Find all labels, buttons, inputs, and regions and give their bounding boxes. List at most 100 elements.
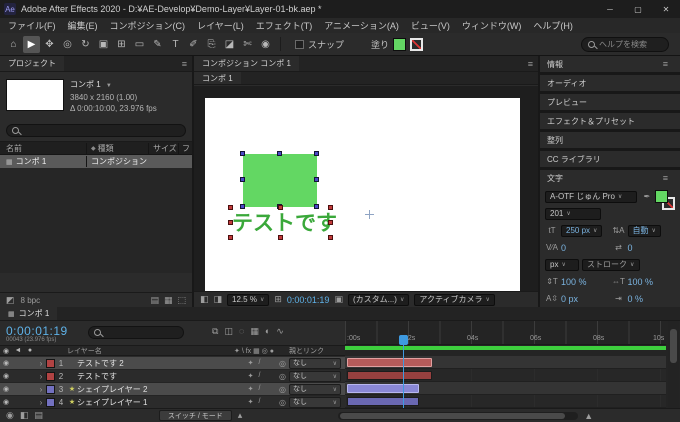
time-ruler[interactable]: :00s 02s 04s 06s 08s 10s: [345, 321, 666, 345]
column-layer-name[interactable]: レイヤー名: [67, 346, 232, 356]
expand-in-out-icon[interactable]: ▤: [34, 410, 43, 421]
tracking-value[interactable]: 0: [628, 243, 633, 253]
panel-tab-cc-libraries[interactable]: CC ライブラリ: [540, 151, 680, 167]
draft-3d-icon[interactable]: ◫: [224, 326, 233, 337]
column-name[interactable]: 名前: [0, 143, 86, 154]
text-selection-handle[interactable]: [328, 205, 333, 210]
baseline-shift-value[interactable]: 0 px: [561, 294, 578, 304]
layer-name[interactable]: シェイプレイヤー 1: [77, 397, 232, 408]
menu-file[interactable]: ファイル(F): [2, 19, 62, 32]
parent-dropdown[interactable]: なし∨: [289, 397, 341, 408]
graph-editor-icon[interactable]: ∿: [276, 326, 284, 337]
brush-tool-icon[interactable]: ✐: [185, 36, 202, 53]
text-selection-handle[interactable]: [278, 205, 283, 210]
current-timecode[interactable]: 0:00:01:19: [6, 324, 68, 338]
stroke-color-swatch[interactable]: [410, 38, 423, 51]
layer-name[interactable]: テストです 2: [77, 358, 232, 369]
menu-edit[interactable]: 編集(E): [62, 19, 104, 32]
eye-toggle-icon[interactable]: ◉: [0, 359, 12, 367]
parent-pickwhip-icon[interactable]: ◎: [276, 398, 289, 407]
quality-switch-icon[interactable]: ✦: [248, 385, 254, 393]
interpret-footage-icon[interactable]: ◩: [6, 295, 15, 306]
expander-icon[interactable]: ›: [36, 385, 46, 394]
help-search-input[interactable]: ヘルプを検索: [581, 37, 669, 52]
hand-tool-icon[interactable]: ✥: [41, 36, 58, 53]
layer-color-chip[interactable]: [46, 372, 55, 381]
quality-switch-icon[interactable]: ✦: [248, 398, 254, 406]
parent-pickwhip-icon[interactable]: ◎: [276, 359, 289, 368]
zoom-out-mountain-icon[interactable]: ▴: [238, 410, 243, 421]
expander-icon[interactable]: ›: [36, 359, 46, 368]
text-selection-handle[interactable]: [228, 205, 233, 210]
zoom-in-mountain-icon[interactable]: ▲: [584, 411, 593, 421]
maximize-button[interactable]: ▢: [624, 0, 652, 18]
fill-color-swatch[interactable]: [393, 38, 406, 51]
expand-layer-switches-icon[interactable]: ◉: [6, 410, 14, 421]
vertical-scale-value[interactable]: 100 %: [561, 277, 587, 287]
panel-tab-effects-presets[interactable]: エフェクト＆プリセット: [540, 113, 680, 129]
pan-behind-tool-icon[interactable]: ⊞: [113, 36, 130, 53]
timeline-vertical-scrollbar[interactable]: [668, 321, 679, 408]
parent-dropdown[interactable]: なし∨: [289, 358, 341, 369]
new-composition-icon[interactable]: ▦: [164, 295, 173, 306]
snap-toggle[interactable]: スナップ: [295, 38, 344, 51]
menu-composition[interactable]: コンポジション(C): [104, 19, 192, 32]
roto-brush-tool-icon[interactable]: ✄: [239, 36, 256, 53]
tab-composition-viewer[interactable]: コンポジション コンポ 1: [194, 56, 299, 71]
eyedropper-icon[interactable]: ✒: [640, 192, 654, 201]
quality-switch-icon[interactable]: ✦: [248, 372, 254, 380]
layer-color-chip[interactable]: [46, 385, 55, 394]
magnification-dropdown[interactable]: 12.5 %∨: [227, 294, 269, 306]
snap-checkbox[interactable]: [295, 40, 304, 49]
parent-pickwhip-icon[interactable]: ◎: [276, 385, 289, 394]
stroke-option-dropdown[interactable]: ストローク∨: [582, 259, 640, 271]
close-button[interactable]: ✕: [652, 0, 680, 18]
layer-row-1[interactable]: ◉ › 1 テストです 2 ✦/ ◎ なし∨: [0, 357, 345, 370]
hide-shy-icon[interactable]: ◌: [239, 326, 244, 337]
home-icon[interactable]: ⌂: [5, 36, 22, 53]
panel-tab-align[interactable]: 整列: [540, 132, 680, 148]
layer-duration-bar[interactable]: [347, 371, 432, 380]
stroke-width-dropdown[interactable]: px∨: [545, 259, 579, 271]
eye-toggle-icon[interactable]: ◉: [0, 398, 12, 406]
panel-menu-icon[interactable]: ≡: [658, 59, 673, 69]
column-type[interactable]: ◆種類: [86, 143, 148, 154]
parent-dropdown[interactable]: なし∨: [289, 384, 341, 395]
panel-menu-icon[interactable]: ≡: [523, 56, 538, 71]
layer-row-2[interactable]: ◉ › 2 テストです ✦/ ◎ なし∨: [0, 370, 345, 383]
chevron-down-icon[interactable]: ▼: [106, 83, 112, 89]
column-parent-link[interactable]: 親とリンク: [289, 346, 345, 356]
font-size-value[interactable]: 250 px∨: [561, 225, 602, 237]
layer-duration-bar[interactable]: [347, 358, 432, 367]
project-search-field[interactable]: [23, 125, 180, 136]
selection-handle[interactable]: [240, 177, 245, 182]
parent-pickwhip-icon[interactable]: ◎: [276, 372, 289, 381]
expander-icon[interactable]: ›: [36, 372, 46, 381]
active-camera-dropdown[interactable]: アクティブカメラ∨: [414, 294, 495, 306]
frame-blending-icon[interactable]: ▦: [250, 326, 259, 337]
motion-blur-icon[interactable]: ◐: [265, 326, 270, 337]
timeline-tab-comp1[interactable]: ▦ コンポ 1: [0, 307, 57, 320]
panel-menu-icon[interactable]: ≡: [658, 173, 673, 183]
trash-icon[interactable]: ⬚: [177, 295, 186, 306]
selection-handle[interactable]: [314, 151, 319, 156]
playhead-handle[interactable]: [399, 335, 408, 345]
project-item-row[interactable]: ▦コンポ 1 コンポジション: [0, 155, 192, 168]
minimize-button[interactable]: ─: [596, 0, 624, 18]
comp-name[interactable]: コンポ 1: [70, 80, 101, 89]
text-selection-handle[interactable]: [328, 235, 333, 240]
eye-toggle-icon[interactable]: ◉: [0, 385, 12, 393]
horizontal-scale-value[interactable]: 100 %: [628, 277, 654, 287]
text-selection-handle[interactable]: [228, 220, 233, 225]
timeline-search-input[interactable]: [88, 326, 184, 339]
panel-tab-preview[interactable]: プレビュー: [540, 94, 680, 110]
expand-transfer-controls-icon[interactable]: ◧: [20, 410, 29, 421]
text-layer-content[interactable]: テストです: [232, 207, 337, 237]
selection-handle[interactable]: [240, 151, 245, 156]
text-fill-swatch[interactable]: [655, 190, 668, 203]
layer-color-chip[interactable]: [46, 359, 55, 368]
column-extra[interactable]: フ: [178, 143, 192, 154]
parent-dropdown[interactable]: なし∨: [289, 371, 341, 382]
pen-tool-icon[interactable]: ✎: [149, 36, 166, 53]
project-search-input[interactable]: [6, 124, 186, 137]
